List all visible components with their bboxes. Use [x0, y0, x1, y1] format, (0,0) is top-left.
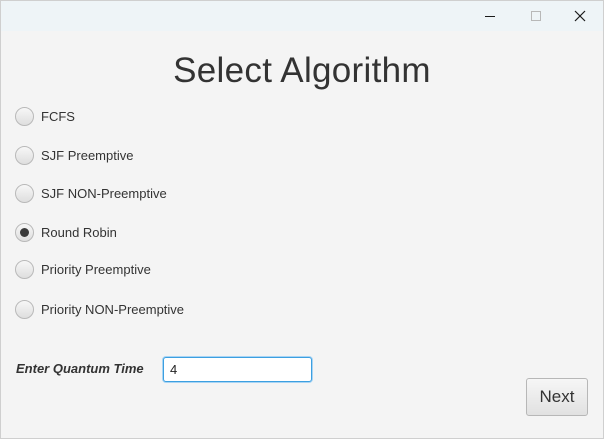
radio-priority-non-preemptive[interactable]: Priority NON-Preemptive	[15, 298, 184, 320]
maximize-icon	[531, 11, 541, 21]
radio-button[interactable]	[15, 259, 34, 279]
radio-label: SJF NON-Preemptive	[41, 185, 167, 201]
radio-label: Priority NON-Preemptive	[41, 301, 185, 317]
radio-button[interactable]	[15, 145, 34, 165]
title-bar	[1, 1, 603, 31]
minimize-icon	[485, 15, 495, 17]
radio-selected-dot	[20, 227, 29, 237]
close-button[interactable]	[557, 1, 603, 31]
radio-priority-preemptive[interactable]: Priority Preemptive	[15, 258, 151, 280]
radio-label: Priority Preemptive	[41, 261, 151, 277]
next-button[interactable]: Next	[526, 378, 588, 416]
radio-round-robin[interactable]: Round Robin	[15, 221, 117, 243]
radio-sjf-non-preemptive[interactable]: SJF NON-Preemptive	[15, 182, 167, 204]
radio-button[interactable]	[15, 222, 34, 242]
radio-label: Round Robin	[41, 224, 117, 240]
quantum-time-input[interactable]	[163, 357, 312, 382]
minimize-button[interactable]	[467, 1, 513, 31]
radio-sjf-preemptive[interactable]: SJF Preemptive	[15, 144, 133, 166]
radio-label: SJF Preemptive	[41, 147, 134, 163]
radio-fcfs[interactable]: FCFS	[15, 105, 75, 127]
radio-button[interactable]	[15, 299, 34, 319]
quantum-time-label: Enter Quantum Time	[16, 361, 144, 376]
radio-label: FCFS	[41, 108, 75, 124]
app-window: Select Algorithm FCFS SJF Preemptive SJF…	[0, 0, 604, 439]
page-title: Select Algorithm	[173, 51, 431, 90]
close-icon	[574, 10, 586, 22]
maximize-button[interactable]	[513, 1, 559, 31]
radio-button[interactable]	[15, 183, 34, 203]
radio-button[interactable]	[15, 106, 34, 126]
